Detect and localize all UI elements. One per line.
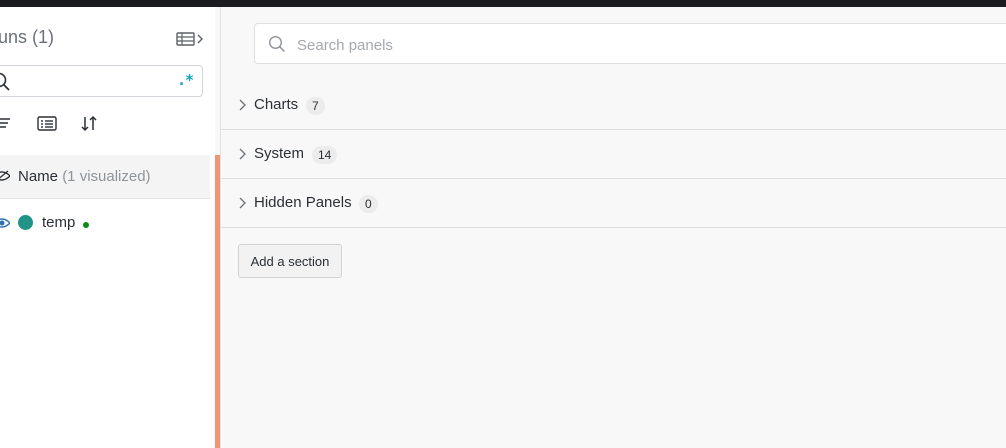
section-hidden-panels[interactable]: Hidden Panels 0: [221, 179, 1006, 228]
run-name[interactable]: temp: [42, 214, 75, 231]
section-title: Charts: [254, 96, 299, 113]
name-label: Name: [18, 168, 59, 185]
runs-search-field[interactable]: .*: [0, 65, 203, 97]
sort-icon[interactable]: [80, 114, 102, 134]
panel-search-input[interactable]: [295, 33, 899, 57]
section-charts[interactable]: Charts 7: [221, 81, 1006, 130]
section-count-badge: 14: [312, 146, 338, 164]
run-row[interactable]: temp: [0, 208, 210, 238]
run-status-indicator: [83, 222, 89, 228]
add-section-button[interactable]: Add a section: [238, 244, 342, 278]
panel-search-field[interactable]: [254, 23, 1006, 64]
table-view-icon[interactable]: [176, 30, 206, 48]
eye-icon[interactable]: [0, 216, 10, 230]
name-column-header[interactable]: Name (1 visualized): [18, 168, 151, 185]
section-system[interactable]: System 14: [221, 130, 1006, 179]
chevron-right-icon: [239, 148, 246, 160]
run-color-swatch[interactable]: [18, 215, 33, 230]
search-icon: [268, 35, 286, 53]
group-icon[interactable]: [37, 114, 59, 134]
visualized-count: (1 visualized): [62, 168, 151, 185]
section-count-badge: 0: [359, 195, 378, 213]
runs-search-input[interactable]: [21, 70, 165, 94]
regex-toggle[interactable]: .*: [177, 71, 194, 89]
section-title: Hidden Panels: [254, 194, 352, 211]
runs-table-header: Name (1 visualized): [0, 155, 210, 199]
eye-off-icon[interactable]: [0, 169, 10, 183]
runs-title: uns (1): [0, 27, 55, 47]
top-bar: [0, 0, 1006, 7]
filter-icon[interactable]: [0, 114, 18, 134]
section-count-badge: 7: [306, 97, 325, 115]
section-title: System: [254, 145, 305, 162]
search-icon: [0, 72, 10, 91]
chevron-right-icon: [239, 99, 246, 111]
chevron-right-icon: [239, 197, 246, 209]
